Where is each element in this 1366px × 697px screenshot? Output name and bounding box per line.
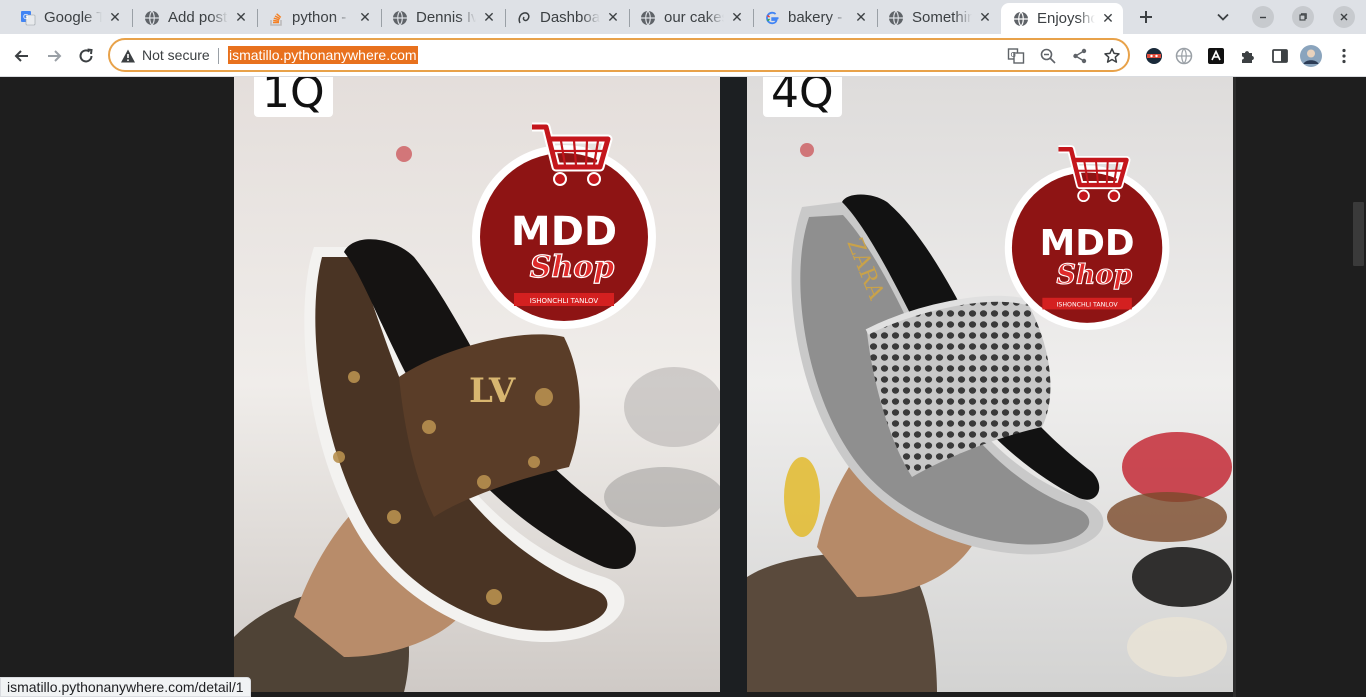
product-code-badge: 1Q [254, 77, 333, 117]
globe-icon [888, 10, 904, 26]
stackoverflow-icon [268, 10, 284, 26]
tab-title: Google Translate [44, 9, 102, 26]
close-icon [1340, 13, 1348, 21]
bookmark-star-icon[interactable] [1102, 46, 1122, 66]
close-icon[interactable]: ✕ [604, 9, 622, 27]
logo-tagline: ISHONCHLI TANLOV [1057, 302, 1119, 309]
tab-python[interactable]: python - ✕ [256, 3, 380, 32]
svg-text:G: G [1011, 51, 1016, 59]
arrow-left-icon [14, 50, 28, 62]
globe-icon [392, 10, 408, 26]
google-icon [764, 10, 780, 26]
tab-search-button[interactable] [1210, 5, 1236, 29]
extensions-puzzle-icon[interactable] [1237, 45, 1259, 67]
svg-text:LV: LV [469, 371, 516, 411]
url-text[interactable]: ismatillo.pythonanywhere.com [228, 46, 418, 64]
tab-title: Dennis Ivy [416, 9, 476, 26]
restore-button[interactable] [1292, 6, 1314, 28]
side-panel-icon[interactable] [1269, 45, 1291, 67]
tab-title: Enjoyshop [1037, 10, 1095, 27]
globe-icon [640, 10, 656, 26]
logo-shop-text: Shop [1056, 259, 1132, 290]
pythonanywhere-icon [516, 10, 532, 26]
tab-title: Dashboard [540, 9, 600, 26]
page-scrollbar[interactable] [1351, 77, 1366, 697]
tab-our-cakes[interactable]: our cakes ✕ [628, 3, 752, 32]
card-edge [1233, 77, 1236, 697]
svg-text:G: G [23, 13, 28, 21]
tab-bakery[interactable]: bakery - ✕ [752, 3, 876, 32]
avatar[interactable] [1300, 45, 1322, 67]
reload-button[interactable] [71, 41, 101, 71]
tab-dennis[interactable]: Dennis Ivy ✕ [380, 3, 504, 32]
extension-ninja-icon[interactable] [1143, 45, 1165, 67]
status-bar-link-preview: ismatillo.pythonanywhere.com/detail/1 [0, 677, 251, 697]
close-icon[interactable]: ✕ [1099, 10, 1117, 28]
close-icon[interactable]: ✕ [106, 9, 124, 27]
tab-dashboard[interactable]: Dashboard ✕ [504, 3, 628, 32]
tab-title: python - [292, 9, 347, 26]
close-icon[interactable]: ✕ [852, 9, 870, 27]
product-code-badge: 4Q [763, 77, 842, 117]
globe-icon [144, 10, 160, 26]
tab-title: our cakes [664, 9, 724, 26]
tab-title: Add post [168, 9, 228, 26]
tab-title: bakery - [788, 9, 843, 26]
divider [218, 48, 219, 64]
new-tab-button[interactable] [1133, 5, 1159, 29]
reload-icon [79, 48, 93, 63]
chevron-down-icon [1217, 13, 1229, 21]
logo-shop-text: Shop [530, 250, 614, 285]
address-bar[interactable]: Not secure ismatillo.pythonanywhere.com … [108, 38, 1130, 72]
tab-something[interactable]: Something ✕ [876, 3, 1000, 32]
logo-mdd-text: MDD [511, 209, 617, 255]
close-icon[interactable]: ✕ [356, 9, 374, 27]
page-content: LV 1Q MDD Shop ISHONCHLI TANLOV ZARA 4Q … [0, 77, 1366, 697]
close-icon[interactable]: ✕ [480, 9, 498, 27]
tab-strip: G Google Translate ✕ Add post ✕ python -… [0, 0, 1366, 34]
globe-icon [1013, 11, 1029, 27]
forward-button[interactable] [39, 41, 69, 71]
close-window-button[interactable] [1333, 6, 1355, 28]
translate-icon[interactable]: G [1006, 46, 1026, 66]
minimize-button[interactable] [1252, 6, 1274, 28]
back-button[interactable] [7, 41, 37, 71]
extension-a-icon[interactable] [1205, 45, 1227, 67]
tab-google-translate[interactable]: G Google Translate ✕ [8, 3, 130, 32]
close-icon[interactable]: ✕ [728, 9, 746, 27]
close-icon[interactable]: ✕ [976, 9, 994, 27]
logo-tagline: ISHONCHLI TANLOV [530, 297, 599, 305]
tab-enjoyshop[interactable]: Enjoyshop ✕ [1001, 3, 1123, 34]
logo-mdd-text: MDD [1040, 223, 1135, 264]
tab-add-post[interactable]: Add post ✕ [132, 3, 256, 32]
menu-kebab-icon[interactable] [1333, 45, 1355, 67]
product-card-1q[interactable]: LV 1Q MDD Shop ISHONCHLI TANLOV [234, 77, 720, 692]
warning-icon[interactable] [120, 48, 136, 64]
close-icon[interactable]: ✕ [232, 9, 250, 27]
google-translate-icon: G [20, 10, 36, 26]
plus-icon [1140, 11, 1152, 23]
zoom-out-icon[interactable] [1038, 46, 1058, 66]
product-card-4q[interactable]: ZARA 4Q MDD Shop ISHONCHLI TANLOV [747, 77, 1233, 692]
card-divider [720, 77, 747, 697]
arrow-right-icon [48, 50, 62, 62]
tab-title: Something [912, 9, 972, 26]
browser-toolbar: Not secure ismatillo.pythonanywhere.com … [0, 34, 1366, 77]
scrollbar-thumb[interactable] [1353, 202, 1364, 266]
minimize-icon [1260, 16, 1266, 19]
restore-icon [1299, 13, 1307, 21]
extension-globe-icon[interactable] [1173, 45, 1195, 67]
mdd-shop-logo: MDD Shop ISHONCHLI TANLOV [1004, 145, 1170, 330]
mdd-shop-logo: MDD Shop ISHONCHLI TANLOV [472, 122, 656, 329]
security-label[interactable]: Not secure [142, 47, 210, 63]
share-icon[interactable] [1070, 46, 1090, 66]
